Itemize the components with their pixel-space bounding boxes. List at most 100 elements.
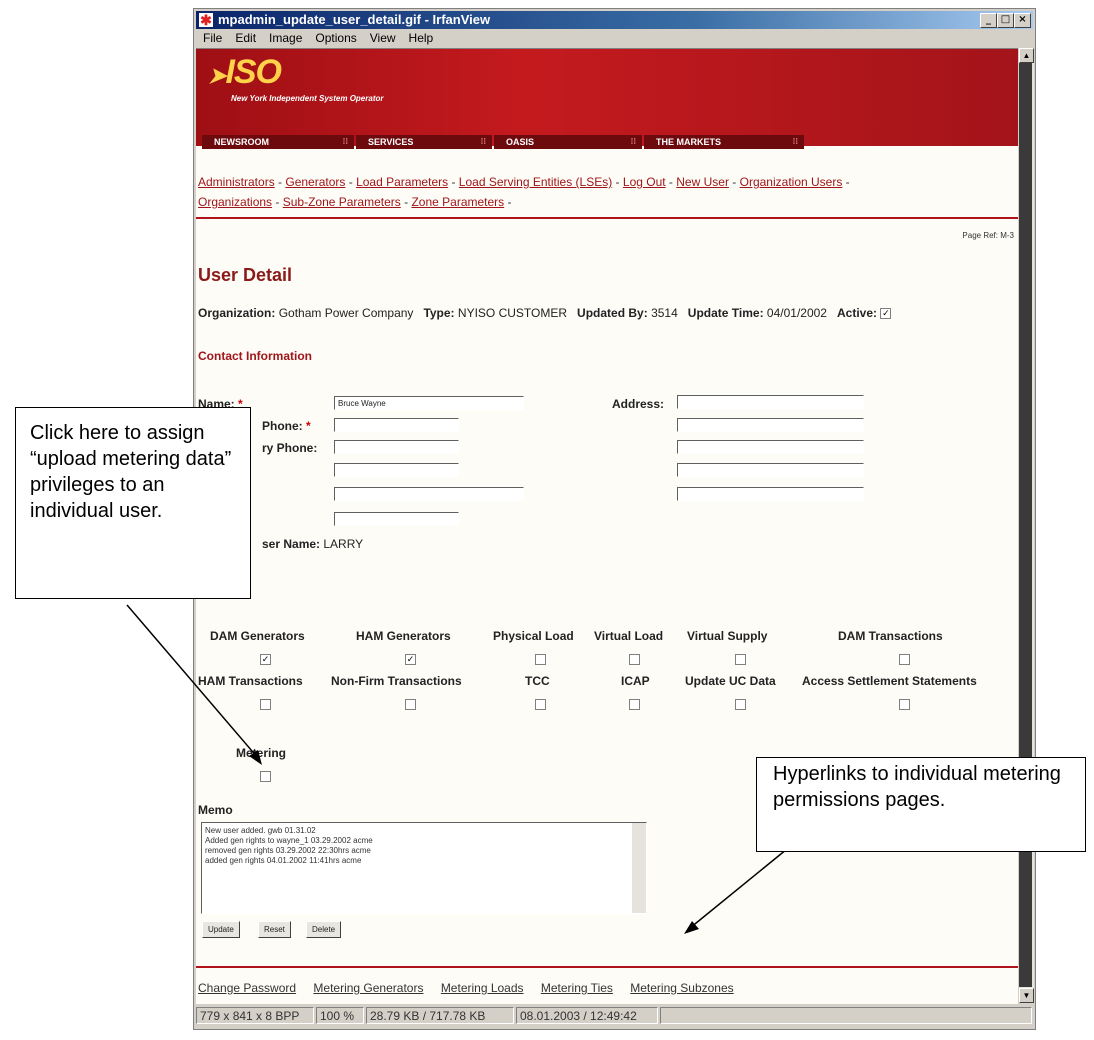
secondary-phone-field[interactable] (334, 440, 459, 454)
active-checkbox[interactable]: ✓ (880, 308, 892, 320)
link-new-user[interactable]: New User (676, 175, 729, 189)
org-value: Gotham Power Company (278, 306, 414, 320)
irfanview-window: ✱ mpadmin_update_user_detail.gif - Irfan… (193, 8, 1036, 1030)
memo-line: Added gen rights to wayne_1 03.29.2002 a… (205, 836, 373, 845)
menu-help[interactable]: Help (409, 31, 434, 45)
reset-button[interactable]: Reset (258, 921, 291, 938)
email-field[interactable] (334, 487, 524, 501)
link-load-parameters[interactable]: Load Parameters (356, 175, 448, 189)
name-field[interactable]: Bruce Wayne (334, 396, 524, 410)
tab-services[interactable]: SERVICES ⁞⁞ (356, 135, 492, 149)
tagline: New York Independent System Operator (231, 94, 384, 103)
link-zone-parameters[interactable]: Zone Parameters (411, 195, 504, 209)
close-button[interactable]: × (1014, 13, 1031, 28)
priv-label-update-uc-data: Update UC Data (685, 674, 776, 688)
link-organizations[interactable]: Organizations (198, 195, 272, 209)
type-value: NYISO CUSTOMER (457, 306, 568, 320)
link-change-password[interactable]: Change Password (198, 981, 296, 995)
extra-field[interactable] (334, 512, 459, 526)
link-log-out[interactable]: Log Out (623, 175, 666, 189)
menu-file[interactable]: File (203, 31, 222, 45)
priv-checkbox-physical-load[interactable] (535, 654, 546, 665)
priv-checkbox-ham-generators[interactable]: ✓ (405, 654, 416, 665)
priv-checkbox-icap[interactable] (629, 699, 640, 710)
menu-edit[interactable]: Edit (235, 31, 256, 45)
address-line-1[interactable] (677, 395, 864, 409)
page-title: User Detail (198, 265, 293, 285)
window-title: mpadmin_update_user_detail.gif - IrfanVi… (218, 12, 491, 27)
link-metering-loads[interactable]: Metering Loads (441, 981, 524, 995)
image-viewport: ➤ISO New York Independent System Operato… (196, 48, 1018, 1004)
link-organization-users[interactable]: Organization Users (740, 175, 843, 189)
update-button[interactable]: Update (202, 921, 240, 938)
priv-label-virtual-supply: Virtual Supply (687, 629, 768, 643)
scroll-up-icon[interactable]: ▲ (1019, 48, 1034, 63)
link-metering-ties[interactable]: Metering Ties (541, 981, 613, 995)
memo-line: removed gen rights 03.29.2002 22:30hrs a… (205, 846, 371, 855)
priv-label-icap: ICAP (621, 674, 650, 688)
priv-label-non-firm-transactions: Non-Firm Transactions (331, 674, 462, 688)
priv-label-metering: Metering (236, 746, 287, 760)
memo-textarea[interactable]: New user added. gwb 01.31.02 Added gen r… (201, 822, 647, 914)
status-date: 08.01.2003 / 12:49:42 (516, 1007, 658, 1024)
contact-information-heading: Contact Information (198, 349, 312, 363)
username-label: ser Name: LARRY (262, 537, 364, 551)
priv-label-dam-transactions: DAM Transactions (838, 629, 943, 643)
vertical-scrollbar[interactable]: ▲ ▼ (1019, 48, 1034, 1003)
priv-checkbox-dam-transactions[interactable] (899, 654, 910, 665)
priv-label-physical-load: Physical Load (493, 629, 574, 643)
priv-label-access-settlement-statements: Access Settlement Statements (802, 674, 977, 688)
status-dimensions: 779 x 841 x 8 BPP (196, 1007, 314, 1024)
divider (196, 217, 1018, 219)
link-metering-generators[interactable]: Metering Generators (313, 981, 423, 995)
link-administrators[interactable]: Administrators (198, 175, 275, 189)
admin-nav-links: Administrators - Generators - Load Param… (198, 175, 850, 209)
status-filesize: 28.79 KB / 717.78 KB (366, 1007, 514, 1024)
updated-by-value: 3514 (651, 306, 678, 320)
priv-checkbox-tcc[interactable] (535, 699, 546, 710)
priv-label-ham-generators: HAM Generators (356, 629, 451, 643)
link-lses[interactable]: Load Serving Entities (LSEs) (459, 175, 612, 189)
phone-label: Phone: * (262, 419, 311, 433)
priv-label-ham-transactions: HAM Transactions (198, 674, 303, 688)
address-label: Address: (612, 397, 665, 411)
nyiso-logo: ➤ISO (208, 53, 282, 91)
update-time-value: 04/01/2002 (766, 306, 827, 320)
tab-newsroom[interactable]: NEWSROOM ⁞⁞ (202, 135, 354, 149)
address-line-4[interactable] (677, 463, 864, 477)
fax-field[interactable] (334, 463, 459, 477)
priv-checkbox-access-settlement-statements[interactable] (899, 699, 910, 710)
priv-checkbox-virtual-supply[interactable] (735, 654, 746, 665)
priv-checkbox-non-firm-transactions[interactable] (405, 699, 416, 710)
memo-scrollbar[interactable] (632, 823, 646, 913)
link-metering-subzones[interactable]: Metering Subzones (630, 981, 733, 995)
menu-view[interactable]: View (370, 31, 396, 45)
priv-checkbox-update-uc-data[interactable] (735, 699, 746, 710)
phone-field[interactable] (334, 418, 459, 432)
address-line-2[interactable] (677, 418, 864, 432)
scroll-down-icon[interactable]: ▼ (1019, 988, 1034, 1003)
priv-checkbox-virtual-load[interactable] (629, 654, 640, 665)
tab-oasis[interactable]: OASIS ⁞⁞ (494, 135, 642, 149)
link-generators[interactable]: Generators (285, 175, 345, 189)
irfanview-app-icon: ✱ (199, 12, 213, 28)
address-line-5[interactable] (677, 487, 864, 501)
menu-image[interactable]: Image (269, 31, 302, 45)
footer-divider (196, 966, 1018, 968)
tab-the-markets[interactable]: THE MARKETS ⁞⁞ (644, 135, 804, 149)
delete-button[interactable]: Delete (306, 921, 342, 938)
priv-checkbox-metering[interactable] (260, 771, 271, 782)
title-bar: ✱ mpadmin_update_user_detail.gif - Irfan… (196, 11, 1033, 29)
memo-label: Memo (198, 803, 233, 817)
minimize-button[interactable]: _ (980, 13, 997, 28)
memo-line: New user added. gwb 01.31.02 (205, 826, 316, 835)
menu-options[interactable]: Options (315, 31, 356, 45)
priv-checkbox-dam-generators[interactable]: ✓ (260, 654, 271, 665)
status-bar: 779 x 841 x 8 BPP 100 % 28.79 KB / 717.7… (196, 1005, 1033, 1027)
link-sub-zone-parameters[interactable]: Sub-Zone Parameters (283, 195, 401, 209)
address-line-3[interactable] (677, 440, 864, 454)
page-ref: Page Ref: M-3 (962, 231, 1014, 240)
maximize-button[interactable]: □ (997, 13, 1014, 28)
priv-checkbox-ham-transactions[interactable] (260, 699, 271, 710)
status-zoom: 100 % (316, 1007, 364, 1024)
